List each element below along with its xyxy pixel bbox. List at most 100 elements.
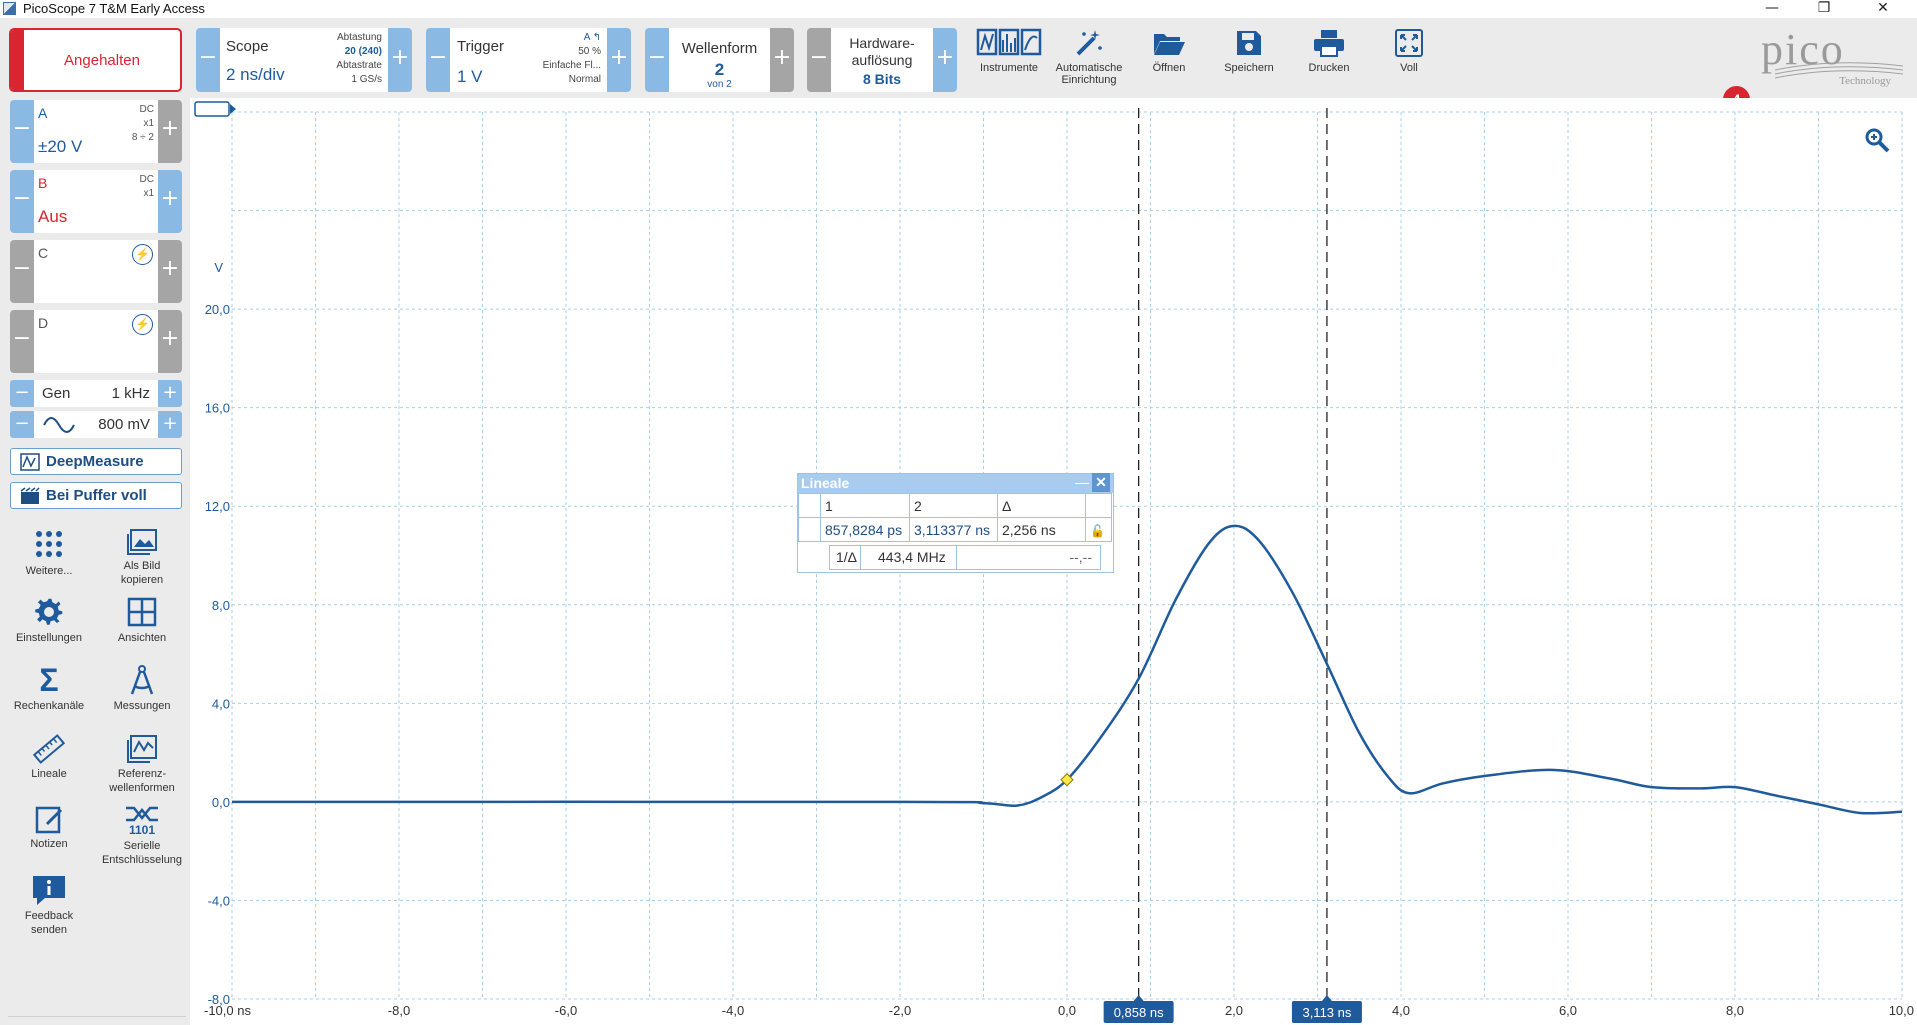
cell-divider [860, 546, 861, 569]
unlock-icon: 🔓 [1090, 523, 1105, 538]
trigger-level-value[interactable]: 1 V [457, 67, 483, 87]
settings-label: Einstellungen [15, 632, 83, 644]
x-tick-label: 2,0 [1225, 1003, 1243, 1018]
fullscreen-button[interactable]: Voll [1369, 26, 1449, 98]
reference-waveforms-label-1: Referenz- [117, 768, 167, 780]
channel-b-coupling: DC [139, 174, 154, 185]
gen-frequency-increase-button[interactable]: + [158, 380, 182, 407]
y-tick-label: 16,0 [205, 401, 230, 416]
print-label: Drucken [1308, 62, 1350, 74]
more-icon [36, 531, 62, 557]
app-icon [3, 2, 16, 15]
title-bar: PicoScope 7 T&M Early Access — ❐ ✕ [0, 0, 1917, 18]
scope-view[interactable]: V 20,0 16,0 12,0 8,0 4,0 0,0 -4,0 -8,0 -10,0 ns -8… [190, 98, 1917, 1025]
serial-decoding-label-2: Entschlüsselung [101, 854, 183, 866]
minimize-button[interactable]: — [1749, 0, 1795, 18]
zoom-icon[interactable] [1863, 126, 1891, 154]
deepmeasure-button[interactable]: DeepMeasure [10, 448, 182, 475]
y-tick-label: 0,0 [212, 795, 230, 810]
x-tick-label: 8,0 [1726, 1003, 1744, 1018]
copy-image-button[interactable]: Als Bild kopieren [97, 528, 187, 587]
serial-decoding-button[interactable]: 1101 Serielle Entschlüsselung [97, 804, 187, 867]
lock-button[interactable]: 🔓 [1085, 517, 1112, 542]
sample-rate-value: 1 GS/s [351, 74, 382, 85]
channel-c-increase-button[interactable]: + [158, 240, 182, 303]
auto-setup-button[interactable]: Automatische Einrichtung [1049, 26, 1129, 98]
notes-label: Notizen [30, 838, 68, 850]
rulers-row-marker [798, 517, 821, 542]
channel-a-control[interactable]: − A DC x1 8 ÷ 2 ±20 V + [10, 100, 182, 163]
gen-amplitude-increase-button[interactable]: + [158, 411, 182, 438]
ruler-cursor-label: 3,113 ns [1302, 1005, 1351, 1020]
fullscreen-icon [1395, 29, 1423, 57]
timebase-value[interactable]: 2 ns/div [226, 65, 285, 85]
channel-c-control[interactable]: − C ⚡ + [10, 240, 182, 303]
reference-waveforms-button[interactable]: Referenz- wellenformen [97, 734, 187, 795]
views-button[interactable]: Ansichten [97, 596, 187, 645]
rulers-panel-header[interactable]: Lineale — ✕ [798, 473, 1113, 493]
buffer-full-label: Bei Puffer voll [46, 487, 147, 504]
channel-d-decrease-button[interactable]: − [10, 310, 34, 373]
math-channels-button[interactable]: Σ Rechenkanäle [4, 664, 94, 713]
close-panel-button[interactable]: ✕ [1092, 473, 1110, 492]
minimize-panel-button[interactable]: — [1075, 473, 1089, 492]
channel-b-name: B [38, 175, 48, 191]
channel-b-control[interactable]: − B DC x1 Aus + [10, 170, 182, 233]
rulers-button[interactable]: Lineale [4, 734, 94, 781]
generator-label: Gen [42, 385, 71, 402]
generator-amplitude-control[interactable]: − 800 mV + [10, 411, 182, 438]
channel-a-probe: x1 [143, 118, 154, 129]
channel-d-control[interactable]: − D ⚡ + [10, 310, 182, 373]
feedback-button[interactable]: Feedback senden [4, 874, 94, 937]
waveform-next-button[interactable]: + [770, 28, 794, 92]
reference-waveforms-label-2: wellenformen [109, 782, 175, 794]
rulers-panel[interactable]: Lineale — ✕ 1 2 Δ 857,8284 ps 3,113377 n… [797, 473, 1114, 573]
channel-b-decrease-button[interactable]: − [10, 170, 34, 233]
x-tick-label: 10,0 [1889, 1003, 1914, 1018]
ruler-2-header: 2 [909, 493, 998, 518]
x-tick-label: -8,0 [388, 1003, 410, 1018]
open-button[interactable]: Öffnen [1129, 26, 1209, 98]
trigger-increase-button[interactable]: + [607, 28, 631, 92]
sampling-info: Abtastung 20 (240) Abtastrate 1 GS/s [336, 31, 382, 87]
restore-button[interactable]: ❐ [1801, 0, 1847, 18]
trigger-type: Einfache Fl... [542, 60, 601, 71]
channel-d-increase-button[interactable]: + [158, 310, 182, 373]
gen-frequency-decrease-button[interactable]: − [10, 380, 34, 407]
views-icon [127, 597, 157, 627]
math-channels-label: Rechenkanäle [13, 700, 85, 712]
notes-icon [35, 806, 63, 834]
timebase-increase-button[interactable]: + [388, 28, 412, 92]
close-window-button[interactable]: ✕ [1860, 0, 1906, 18]
buffer-full-button[interactable]: Bei Puffer voll [10, 482, 182, 509]
auto-setup-label-1: Automatische [1055, 62, 1123, 74]
channel-a-increase-button[interactable]: + [158, 100, 182, 163]
gen-amplitude-decrease-button[interactable]: − [10, 411, 34, 438]
copy-image-icon [127, 529, 157, 555]
print-icon [1314, 30, 1344, 57]
channel-b-increase-button[interactable]: + [158, 170, 182, 233]
more-button[interactable]: Weitere... [4, 528, 94, 578]
timebase-decrease-button[interactable]: − [196, 28, 220, 92]
auto-setup-label-2: Einrichtung [1061, 74, 1117, 86]
run-stop-button[interactable]: Angehalten [9, 28, 182, 92]
settings-button[interactable]: Einstellungen [4, 596, 94, 645]
notes-button[interactable]: Notizen [4, 804, 94, 851]
trigger-decrease-button[interactable]: − [426, 28, 450, 92]
measurements-button[interactable]: Messungen [97, 664, 187, 713]
channel-c-decrease-button[interactable]: − [10, 240, 34, 303]
timebase-control: − Scope 2 ns/div Abtastung 20 (240) Abta… [196, 28, 412, 92]
instruments-button[interactable]: Instrumente [969, 26, 1049, 98]
save-button[interactable]: Speichern [1209, 26, 1289, 98]
waveform-control: − Wellenform 2 von 2 + [645, 28, 794, 92]
generator-frequency-control[interactable]: − Gen 1 kHz + [10, 380, 182, 407]
resolution-increase-button[interactable]: + [933, 28, 957, 92]
copy-image-label-2: kopieren [120, 574, 164, 586]
channel-a-decrease-button[interactable]: − [10, 100, 34, 163]
print-button[interactable]: Drucken [1289, 26, 1369, 98]
x-tick-label: 0,0 [1058, 1003, 1076, 1018]
trigger-control: − Trigger 1 V A ↰ 50 % Einfache Fl... No… [426, 28, 631, 92]
left-sidebar: − A DC x1 8 ÷ 2 ±20 V + − B DC x1 Aus + … [0, 98, 190, 1025]
resolution-decrease-button[interactable]: − [807, 28, 831, 92]
waveform-previous-button[interactable]: − [645, 28, 669, 92]
